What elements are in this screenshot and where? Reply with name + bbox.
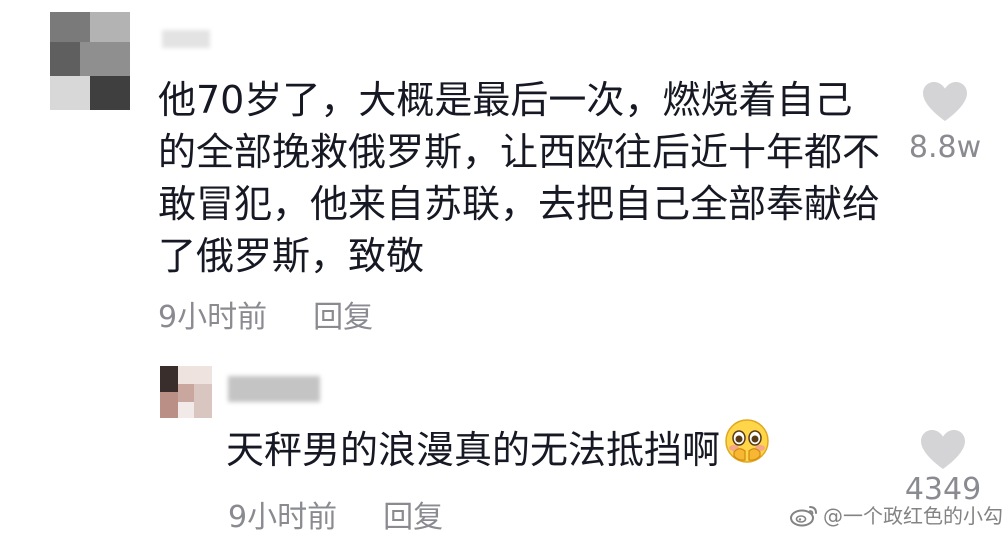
commenter-avatar[interactable] [50, 12, 130, 110]
comment-like-count: 8.8w [908, 130, 982, 165]
replier-name[interactable] [228, 376, 320, 402]
reply-time: 9小时前 [228, 500, 338, 535]
comment-text-line: 他70岁了，大概是最后一次，燃烧着自己 [158, 78, 853, 122]
comment-time: 9小时前 [158, 300, 268, 335]
comment-text-line: 的全部挽救俄罗斯，让西欧往后近十年都不 [158, 130, 881, 174]
heart-icon [921, 430, 965, 469]
watermark: @一个政红色的小勾 [789, 500, 1003, 529]
heart-icon [923, 82, 967, 121]
comment-text-line: 敢冒犯，他来自苏联，去把自己全部奉献给 [158, 182, 881, 226]
reply-text: 天秤男的浪漫真的无法抵挡啊 [226, 419, 770, 477]
comment-like-button[interactable]: 8.8w [900, 80, 990, 165]
blushing-face-emoji [724, 418, 770, 477]
reply-reply-button[interactable]: 回复 [383, 492, 443, 536]
comment-text-line: 了俄罗斯，致敬 [158, 234, 425, 278]
comment-reply-button[interactable]: 回复 [313, 292, 373, 336]
reply-like-button[interactable]: 4349 [898, 428, 988, 507]
reply-meta: 9小时前 回复 [228, 492, 443, 536]
replier-avatar[interactable] [160, 366, 212, 418]
comment-meta: 9小时前 回复 [158, 292, 373, 336]
reply-text-content: 天秤男的浪漫真的无法抵挡啊 [226, 428, 721, 472]
watermark-text: @一个政红色的小勾 [823, 504, 1003, 528]
weibo-logo-icon [790, 505, 817, 526]
commenter-name[interactable] [162, 30, 210, 48]
